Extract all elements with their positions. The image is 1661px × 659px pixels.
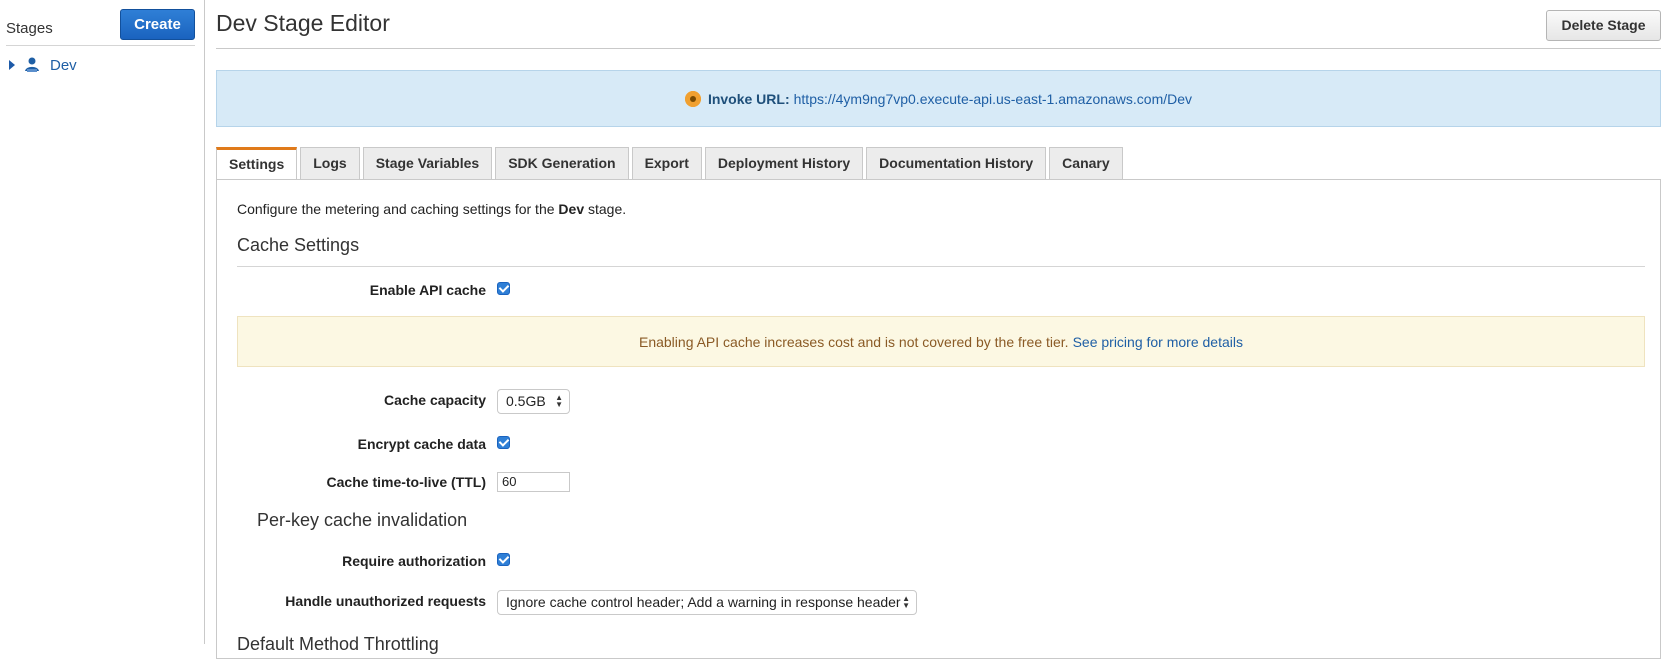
cache-capacity-value: 0.5GB xyxy=(506,393,546,409)
cache-settings-divider xyxy=(237,266,1645,267)
invoke-url-link[interactable]: https://4ym9ng7vp0.execute-api.us-east-1… xyxy=(794,91,1192,107)
select-arrows-icon: ▲ ▼ xyxy=(555,393,563,409)
enable-cache-checkbox[interactable] xyxy=(497,282,510,295)
stage-item-dev[interactable]: Dev xyxy=(6,55,77,75)
stage-item-label: Dev xyxy=(50,56,77,74)
ttl-input[interactable]: 60 xyxy=(497,472,570,492)
title-divider xyxy=(216,48,1661,49)
stages-title: Stages xyxy=(6,20,53,37)
pricing-link[interactable]: See pricing for more details xyxy=(1073,334,1243,350)
sidebar-divider xyxy=(6,45,195,46)
unauthorized-requests-select[interactable]: Ignore cache control header; Add a warni… xyxy=(497,590,917,615)
require-auth-checkbox[interactable] xyxy=(497,553,510,566)
tab-logs[interactable]: Logs xyxy=(300,147,360,179)
cache-capacity-label: Cache capacity xyxy=(384,392,486,408)
stage-tabs: Settings Logs Stage Variables SDK Genera… xyxy=(216,147,1126,180)
require-auth-label: Require authorization xyxy=(342,553,486,569)
tab-canary[interactable]: Canary xyxy=(1049,147,1123,179)
cache-cost-warning: Enabling API cache increases cost and is… xyxy=(237,316,1645,367)
create-stage-button[interactable]: Create xyxy=(120,9,195,40)
tab-sdk-generation[interactable]: SDK Generation xyxy=(495,147,629,179)
warning-text: Enabling API cache increases cost and is… xyxy=(638,333,1069,350)
encrypt-cache-checkbox[interactable] xyxy=(497,436,510,449)
info-dot-icon xyxy=(684,90,701,107)
enable-cache-label: Enable API cache xyxy=(369,282,486,298)
settings-panel xyxy=(216,179,1661,659)
delete-stage-button[interactable]: Delete Stage xyxy=(1546,10,1661,41)
unauthorized-requests-value: Ignore cache control header; Add a warni… xyxy=(506,594,901,610)
default-throttling-heading: Default Method Throttling xyxy=(237,634,439,654)
page-title: Dev Stage Editor xyxy=(216,10,390,36)
per-key-invalidation-heading: Per-key cache invalidation xyxy=(257,510,468,530)
invoke-url-label: Invoke URL: xyxy=(707,90,790,107)
stage-icon xyxy=(25,57,39,72)
invoke-url-banner: Invoke URL: https://4ym9ng7vp0.execute-a… xyxy=(216,70,1661,127)
tab-export[interactable]: Export xyxy=(631,147,702,179)
intro-stage-name: Dev xyxy=(558,201,585,217)
cache-capacity-select[interactable]: 0.5GB ▲ ▼ xyxy=(497,389,570,414)
settings-intro: Configure the metering and caching setti… xyxy=(237,201,626,217)
stages-sidebar: Stages Create Dev xyxy=(0,0,205,644)
tab-deployment-history[interactable]: Deployment History xyxy=(704,147,864,179)
tab-stage-variables[interactable]: Stage Variables xyxy=(362,147,493,179)
tab-settings[interactable]: Settings xyxy=(216,147,298,180)
tab-documentation-history[interactable]: Documentation History xyxy=(866,147,1047,179)
encrypt-cache-label: Encrypt cache data xyxy=(357,436,486,452)
select-arrows-icon: ▲ ▼ xyxy=(902,594,910,610)
ttl-label: Cache time-to-live (TTL) xyxy=(326,474,486,490)
unauthorized-requests-label: Handle unauthorized requests xyxy=(285,593,486,609)
stage-editor: Dev Stage Editor Delete Stage Invoke URL… xyxy=(216,0,1661,659)
intro-prefix: Configure the metering and caching setti… xyxy=(237,201,555,217)
expand-caret-icon[interactable] xyxy=(9,60,15,70)
cache-settings-heading: Cache Settings xyxy=(237,235,360,255)
intro-suffix: stage. xyxy=(588,201,627,217)
